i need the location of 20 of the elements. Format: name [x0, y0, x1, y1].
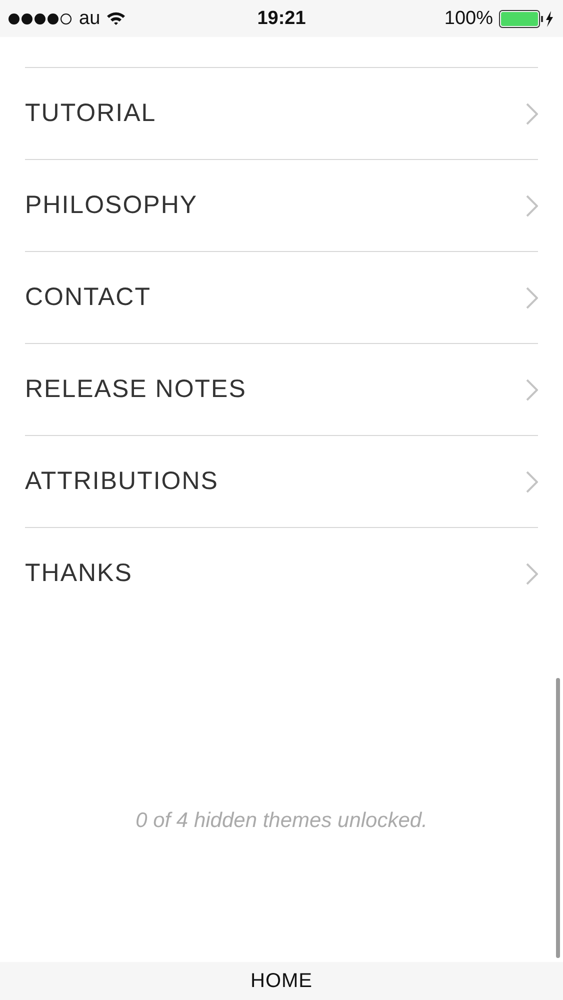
carrier-name: au — [79, 8, 100, 30]
menu-item[interactable]: TUTORIAL — [25, 99, 156, 128]
menu-item[interactable]: RELEASE NOTES — [25, 375, 246, 404]
chevron-right-icon — [526, 562, 538, 584]
chevron-right-icon — [526, 470, 538, 492]
signal-icon — [8, 12, 73, 24]
chevron-right-icon — [526, 194, 538, 216]
chevron-right-icon — [526, 286, 538, 308]
menu-item[interactable]: THANKS — [25, 559, 132, 588]
battery-percent: 100% — [444, 8, 494, 30]
chevron-right-icon — [526, 102, 538, 124]
menu-item[interactable]: ATTRIBUTIONS — [25, 467, 218, 496]
home-button[interactable]: HOME — [0, 962, 563, 1000]
chevron-right-icon — [526, 378, 538, 400]
battery-icon — [499, 10, 556, 28]
unlock-message: 0 of 4 hidden themes unlocked. — [136, 808, 428, 832]
menu-item[interactable]: CONTACT — [25, 283, 151, 312]
wifi-icon — [106, 11, 126, 26]
clock-time: 19:21 — [257, 8, 306, 30]
menu-item[interactable]: PHILOSOPHY — [25, 191, 198, 220]
